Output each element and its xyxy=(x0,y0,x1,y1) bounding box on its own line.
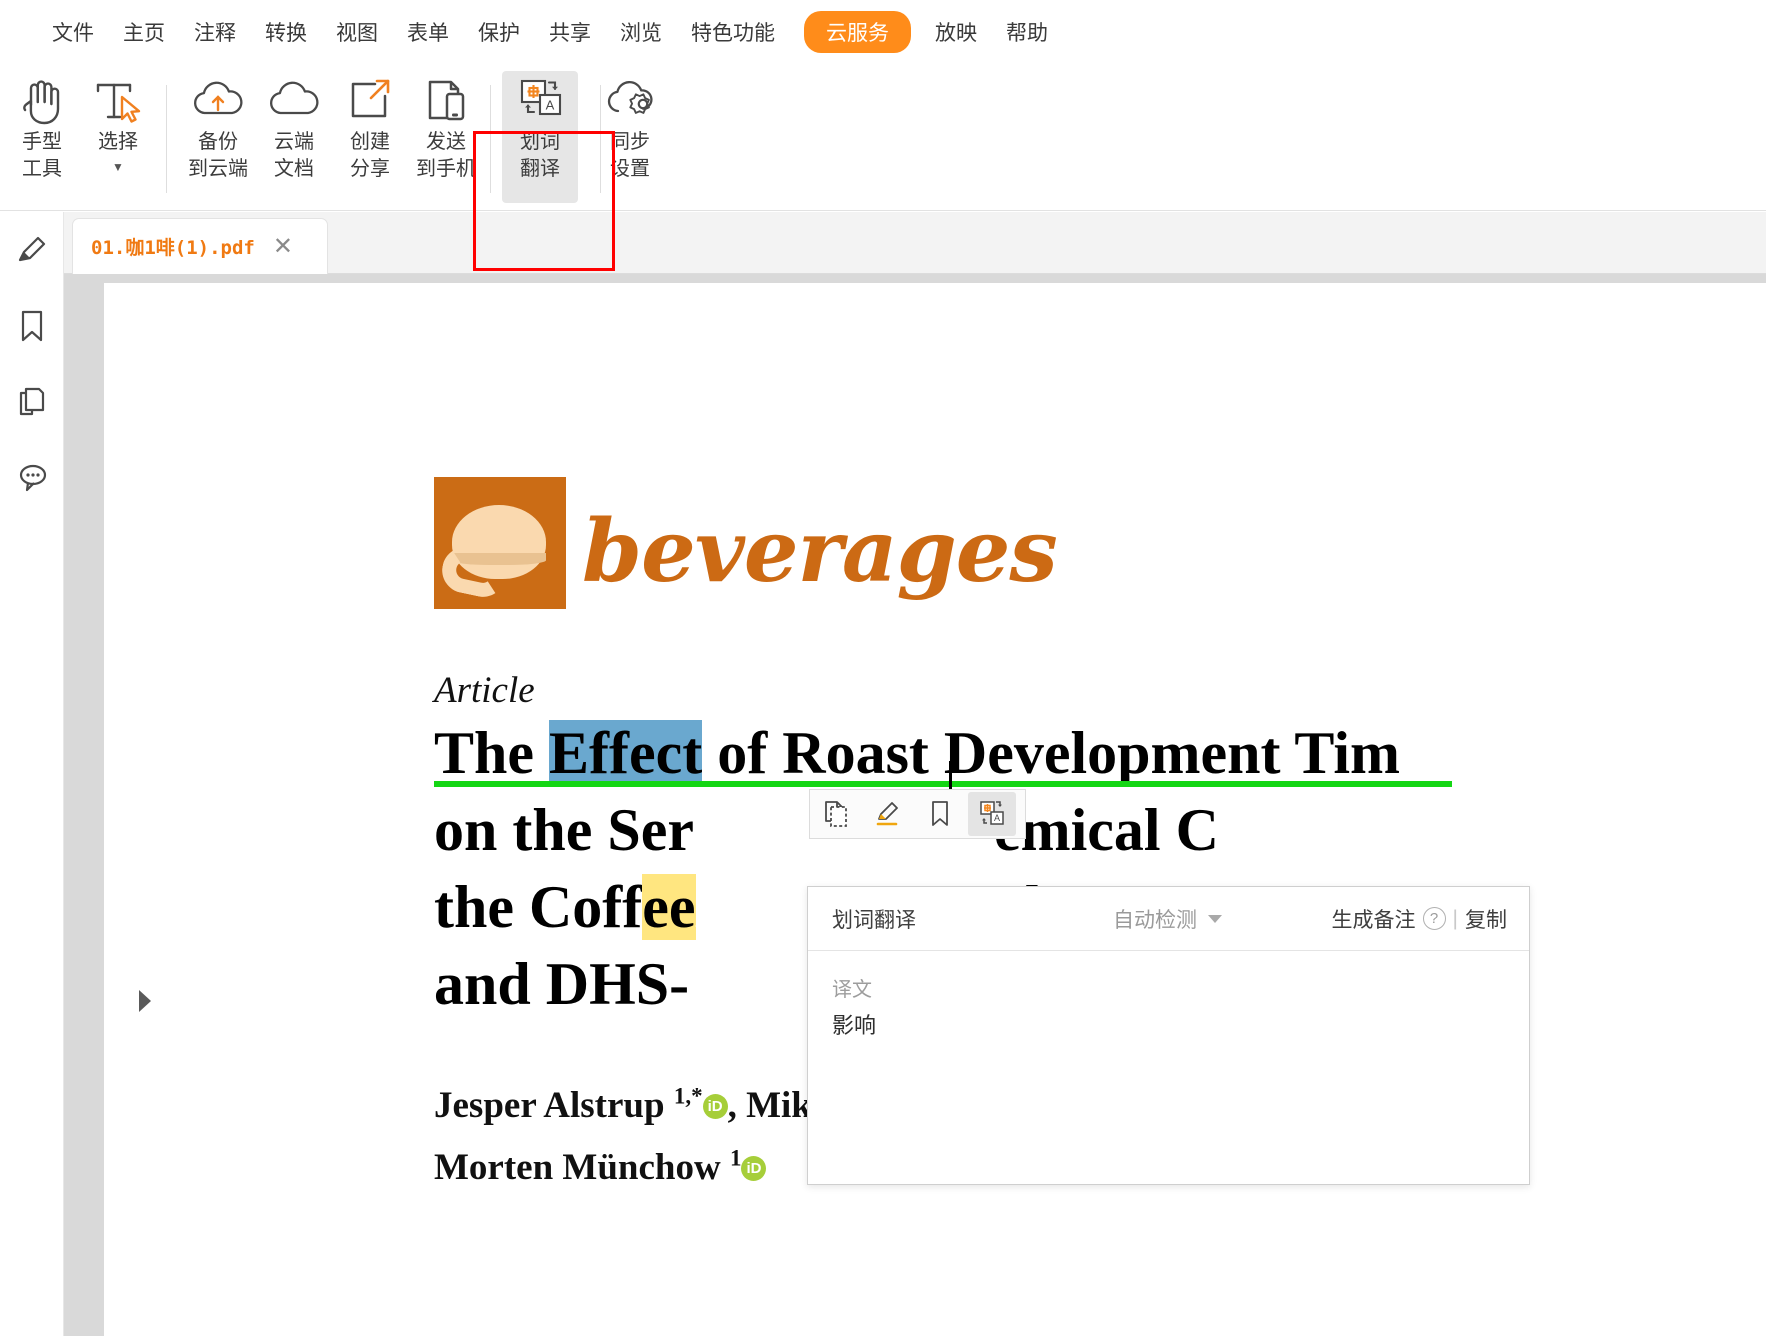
menu-home[interactable]: 主页 xyxy=(123,11,165,53)
create-share-button[interactable]: 创建 分享 xyxy=(332,71,408,203)
create-share-label-2: 分享 xyxy=(350,158,390,180)
bookmark-icon xyxy=(15,308,49,344)
orcid-icon: iD xyxy=(741,1155,767,1181)
translate-panel-header: 划词翻译 自动检测 生成备注 ? | 复制 xyxy=(808,887,1529,951)
translate-panel-title: 划词翻译 xyxy=(832,908,916,932)
document-tab-strip: 01.咖1啡(1).pdf ✕ xyxy=(64,212,1766,274)
cloud-upload-icon xyxy=(190,71,246,129)
rail-item-pages[interactable] xyxy=(0,364,64,440)
highlight-button[interactable] xyxy=(864,792,912,836)
menu-form[interactable]: 表单 xyxy=(407,11,449,53)
translate-panel-body: 译文 影响 xyxy=(808,951,1529,1044)
select-tool-label: 选择 xyxy=(98,131,138,153)
menu-cloud-service[interactable]: 云服务 xyxy=(804,10,911,53)
menu-help[interactable]: 帮助 xyxy=(1006,11,1048,53)
pencil-icon xyxy=(15,233,49,267)
menu-file[interactable]: 文件 xyxy=(52,11,94,53)
backup-label-1: 备份 xyxy=(198,131,238,153)
backup-label-2: 到云端 xyxy=(188,158,248,180)
journal-logo-icon xyxy=(434,477,566,609)
send-to-phone-label-1: 发送 xyxy=(426,131,466,153)
green-underline-annotation xyxy=(434,781,1452,787)
ribbon-divider-1 xyxy=(166,85,167,193)
title-line-4: and DHS- xyxy=(434,951,690,1017)
expand-panel-arrow-icon[interactable] xyxy=(134,986,156,1016)
help-icon[interactable]: ? xyxy=(1422,907,1446,930)
cloud-documents-button[interactable]: 云端 文档 xyxy=(256,71,332,203)
title-line-1: The Effect of Roast Development Tim xyxy=(434,720,1400,786)
cloud-doc-icon xyxy=(266,71,322,129)
ribbon-divider-2 xyxy=(490,85,491,193)
document-tab-label: 01.咖1啡(1).pdf xyxy=(91,237,255,259)
document-tab[interactable]: 01.咖1啡(1).pdf ✕ xyxy=(72,218,328,274)
select-tool-button[interactable]: 选择 ▼ xyxy=(80,71,156,203)
create-share-label-1: 创建 xyxy=(350,131,390,153)
ribbon-toolbar: 手型 工具 选择 ▼ 备份 到云端 云端 文档 创建 分享 发送 到手机 A 划… xyxy=(0,63,1766,271)
svg-text:A: A xyxy=(994,813,1000,823)
journal-wordmark: beverages xyxy=(582,501,1058,602)
main-menu-bar: 文件 主页 注释 转换 视图 表单 保护 共享 浏览 特色功能 云服务 放映 帮… xyxy=(0,0,1766,63)
chevron-down-icon[interactable]: ▼ xyxy=(112,156,124,178)
bookmark-icon xyxy=(927,799,953,829)
sync-settings-icon xyxy=(602,71,658,129)
menu-share[interactable]: 共享 xyxy=(549,11,591,53)
highlight-icon xyxy=(874,799,902,829)
bookmark-button[interactable] xyxy=(916,792,964,836)
sync-settings-button[interactable]: 同步 设置 xyxy=(592,71,668,203)
rail-item-comments[interactable] xyxy=(0,440,64,516)
selected-word: Effect xyxy=(549,720,703,786)
svg-text:A: A xyxy=(546,98,555,113)
comment-icon xyxy=(14,461,50,495)
copy-icon xyxy=(822,799,850,829)
menu-present[interactable]: 放映 xyxy=(935,11,977,53)
rail-item-annotate[interactable] xyxy=(0,212,64,288)
menu-protect[interactable]: 保护 xyxy=(478,11,520,53)
pdf-reader-window: 文件 主页 注释 转换 视图 表单 保护 共享 浏览 特色功能 云服务 放映 帮… xyxy=(0,0,1766,1336)
left-sidebar-rail xyxy=(0,212,64,1336)
translation-result-text: 影响 xyxy=(832,1013,877,1038)
word-translate-button[interactable]: A 划词 翻译 xyxy=(502,71,578,203)
orcid-icon: iD xyxy=(702,1094,728,1120)
copy-translation-button[interactable]: 复制 xyxy=(1465,904,1507,934)
close-icon[interactable]: ✕ xyxy=(273,234,293,259)
translate-panel-actions: 生成备注 ? | 复制 xyxy=(1332,904,1507,934)
action-divider: | xyxy=(1452,906,1458,930)
hand-tool-icon xyxy=(19,71,65,129)
word-translate-label-2: 翻译 xyxy=(520,158,560,180)
menu-convert[interactable]: 转换 xyxy=(265,11,307,53)
backup-to-cloud-button[interactable]: 备份 到云端 xyxy=(180,71,256,203)
chevron-down-icon xyxy=(1208,914,1222,923)
language-detect-dropdown[interactable]: 自动检测 xyxy=(1113,904,1222,934)
cloud-doc-label-2: 文档 xyxy=(274,158,314,180)
cloud-doc-label-1: 云端 xyxy=(274,131,314,153)
menu-view[interactable]: 视图 xyxy=(336,11,378,53)
selection-floating-toolbar: A xyxy=(809,789,1026,839)
menu-annotate[interactable]: 注释 xyxy=(194,11,236,53)
article-type-label: Article xyxy=(434,670,535,711)
hand-tool-label-2: 工具 xyxy=(22,158,62,180)
word-translate-icon: A xyxy=(513,71,567,129)
rail-item-bookmarks[interactable] xyxy=(0,288,64,364)
sync-settings-label-1: 同步 xyxy=(610,131,650,153)
share-create-icon xyxy=(345,71,395,129)
select-text-icon xyxy=(92,71,144,129)
copy-button[interactable] xyxy=(812,792,860,836)
sync-settings-label-2: 设置 xyxy=(610,158,650,180)
pages-icon xyxy=(15,384,49,420)
translate-icon: A xyxy=(977,799,1007,829)
hand-tool-label-1: 手型 xyxy=(22,131,62,153)
generate-note-button[interactable]: 生成备注 xyxy=(1332,904,1416,934)
translation-result-label: 译文 xyxy=(832,979,872,1001)
send-to-phone-button[interactable]: 发送 到手机 xyxy=(408,71,484,203)
hand-tool-button[interactable]: 手型 工具 xyxy=(4,71,80,203)
menu-features[interactable]: 特色功能 xyxy=(691,11,775,53)
word-translate-label-1: 划词 xyxy=(520,131,560,153)
send-to-phone-icon xyxy=(421,71,471,129)
translate-popup-panel: 划词翻译 自动检测 生成备注 ? | 复制 译文 影响 xyxy=(807,886,1530,1185)
send-to-phone-label-2: 到手机 xyxy=(416,158,476,180)
author-line-2: Morten Münchow 1 iD xyxy=(434,1145,767,1188)
translate-button[interactable]: A xyxy=(968,792,1016,836)
language-detect-label: 自动检测 xyxy=(1113,908,1197,932)
menu-browse[interactable]: 浏览 xyxy=(620,11,662,53)
